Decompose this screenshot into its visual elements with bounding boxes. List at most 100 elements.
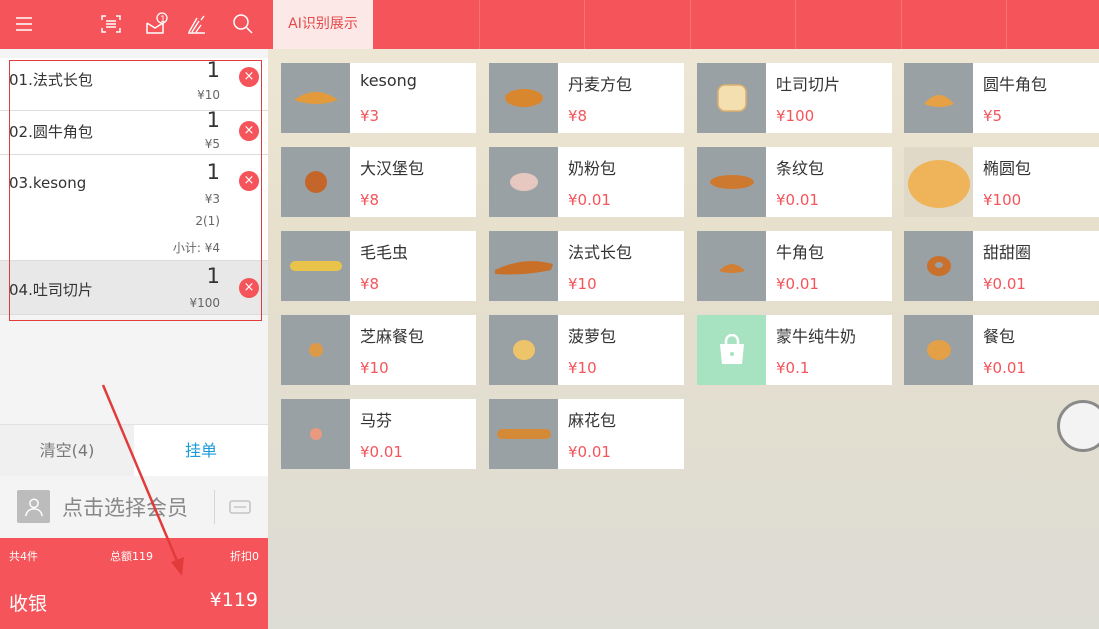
product-thumb <box>489 63 558 133</box>
product-thumb <box>697 231 766 301</box>
cart-item-qty[interactable]: 1 <box>207 160 220 184</box>
cart-list: 01.法式长包 1 ¥10 × 02.圆牛角包 1 ¥5 × 03.kesong… <box>0 49 268 424</box>
scan-icon[interactable] <box>96 9 126 39</box>
product-name: 马芬 <box>360 411 393 430</box>
product-thumb <box>489 147 558 217</box>
product-price: ¥5 <box>983 107 1003 125</box>
cart-item-qty[interactable]: 1 <box>207 108 220 132</box>
order-summary: 共4件 总额119 折扣0 <box>0 538 268 571</box>
cart-item-name: 04.吐司切片 <box>9 281 93 299</box>
search-icon[interactable] <box>228 9 258 39</box>
product-card[interactable]: 圆牛角包 ¥5 <box>904 63 1099 133</box>
category-tabs: AI识别展示 <box>268 0 1099 49</box>
product-card[interactable]: 奶粉包 ¥0.01 <box>489 147 684 217</box>
product-thumb <box>904 231 973 301</box>
product-thumb <box>489 315 558 385</box>
product-price: ¥8 <box>360 191 380 209</box>
product-card[interactable]: 大汉堡包 ¥8 <box>281 147 476 217</box>
product-price: ¥100 <box>776 107 815 125</box>
product-price: ¥0.01 <box>776 191 819 209</box>
product-card[interactable]: 菠萝包 ¥10 <box>489 315 684 385</box>
product-card[interactable]: 餐包 ¥0.01 <box>904 315 1099 385</box>
card-icon[interactable] <box>228 496 252 518</box>
cart-item-qty[interactable]: 1 <box>207 58 220 82</box>
sign-icon[interactable] <box>181 9 211 39</box>
hang-order-button[interactable]: 挂单 <box>134 425 268 476</box>
product-price: ¥10 <box>360 359 389 377</box>
cart-item-price: ¥10 <box>197 88 220 102</box>
cart-item[interactable]: 04.吐司切片 1 ¥100 × <box>0 261 268 315</box>
product-price: ¥10 <box>568 275 597 293</box>
delete-icon[interactable]: × <box>239 278 259 298</box>
product-card[interactable]: 芝麻餐包 ¥10 <box>281 315 476 385</box>
cart-item-name: 03.kesong <box>9 174 87 192</box>
product-name: 法式长包 <box>568 243 633 262</box>
product-card[interactable]: 椭圆包 ¥100 <box>904 147 1099 217</box>
total-amount: 总额119 <box>110 550 153 563</box>
product-card[interactable]: 吐司切片 ¥100 <box>697 63 892 133</box>
product-name: 牛角包 <box>776 243 825 262</box>
member-label: 点击选择会员 <box>62 496 188 520</box>
cart-item-price: ¥100 <box>189 296 220 310</box>
product-name: 丹麦方包 <box>568 75 633 94</box>
cart-item-price: ¥5 <box>204 137 220 151</box>
product-card[interactable]: 麻花包 ¥0.01 <box>489 399 684 469</box>
cart-item[interactable]: 02.圆牛角包 1 ¥5 × <box>0 108 268 155</box>
product-card[interactable]: 马芬 ¥0.01 <box>281 399 476 469</box>
cart-item[interactable]: 01.法式长包 1 ¥10 × <box>0 58 268 111</box>
checkout-amount: ¥119 <box>209 589 258 611</box>
product-name: 餐包 <box>983 327 1016 346</box>
product-card[interactable]: 条纹包 ¥0.01 <box>697 147 892 217</box>
message-icon[interactable]: 1 <box>141 9 171 39</box>
product-price: ¥0.1 <box>776 359 810 377</box>
product-card[interactable]: 牛角包 ¥0.01 <box>697 231 892 301</box>
delete-icon[interactable]: × <box>239 171 259 191</box>
product-price: ¥0.01 <box>983 275 1026 293</box>
product-card[interactable]: 法式长包 ¥10 <box>489 231 684 301</box>
divider <box>214 490 215 524</box>
delete-icon[interactable]: × <box>239 121 259 141</box>
product-thumb <box>281 147 350 217</box>
product-thumb <box>904 315 973 385</box>
member-selector[interactable]: 点击选择会员 <box>0 476 268 538</box>
product-price: ¥100 <box>983 191 1022 209</box>
cart-item-price: ¥3 <box>204 192 220 206</box>
product-name: 菠萝包 <box>568 327 617 346</box>
cart-item[interactable]: 03.kesong 1 ¥3 2(1) 小计: ¥4 × <box>0 155 268 261</box>
product-price: ¥3 <box>360 107 380 125</box>
product-price: ¥0.01 <box>568 191 611 209</box>
product-price: ¥0.01 <box>360 443 403 461</box>
tab-ai-display[interactable]: AI识别展示 <box>273 0 373 49</box>
product-thumb <box>904 147 973 217</box>
message-badge: 1 <box>160 15 166 25</box>
product-price: ¥0.01 <box>776 275 819 293</box>
product-card[interactable]: 丹麦方包 ¥8 <box>489 63 684 133</box>
product-thumb <box>904 63 973 133</box>
avatar-icon <box>17 490 50 523</box>
product-price: ¥0.01 <box>983 359 1026 377</box>
clear-button[interactable]: 清空(4) <box>0 425 134 476</box>
product-thumb <box>281 315 350 385</box>
cart-item-name: 02.圆牛角包 <box>9 123 93 141</box>
product-thumb <box>697 147 766 217</box>
product-thumb <box>281 63 350 133</box>
checkout-button[interactable]: 收银 ¥119 <box>0 571 268 629</box>
cart-actions: 清空(4) 挂单 <box>0 424 268 476</box>
cart-item-subtotal: 小计: ¥4 <box>172 241 220 255</box>
cart-item-qty[interactable]: 1 <box>207 264 220 288</box>
product-name: 甜甜圈 <box>983 243 1032 262</box>
product-price: ¥8 <box>360 275 380 293</box>
product-price: ¥8 <box>568 107 588 125</box>
product-thumb <box>697 63 766 133</box>
product-price: ¥0.01 <box>568 443 611 461</box>
product-card[interactable]: kesong ¥3 <box>281 63 476 133</box>
product-card[interactable]: 甜甜圈 ¥0.01 <box>904 231 1099 301</box>
discount: 折扣0 <box>230 550 259 563</box>
product-card[interactable]: 毛毛虫 ¥8 <box>281 231 476 301</box>
cart-item-extra: 2(1) <box>195 214 220 228</box>
delete-icon[interactable]: × <box>239 67 259 87</box>
menu-icon[interactable] <box>9 9 39 39</box>
product-card[interactable]: 蒙牛纯牛奶 ¥0.1 <box>697 315 892 385</box>
product-name: 蒙牛纯牛奶 <box>776 327 857 346</box>
product-name: 麻花包 <box>568 411 617 430</box>
